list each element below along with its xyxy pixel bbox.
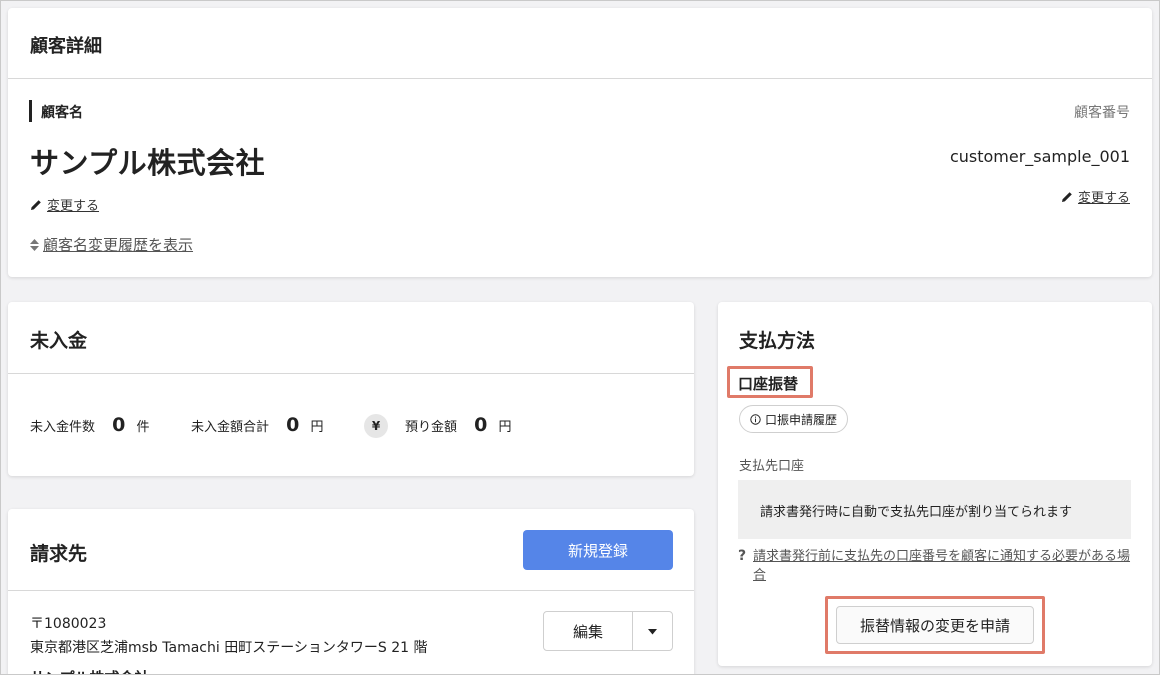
unpaid-total-value: 0 xyxy=(286,414,300,436)
unpaid-total-unit: 円 xyxy=(310,420,324,435)
payee-account-info: 請求書発行時に自動で支払先口座が割り当てられます xyxy=(760,505,1073,520)
debit-history-label: 口振申請履歴 xyxy=(765,412,838,427)
edit-customer-name-link[interactable]: 変更する xyxy=(30,195,99,214)
deposit-label: 預り金額 xyxy=(405,420,458,435)
sort-icon xyxy=(30,239,39,251)
billing-card: 請求先 新規登録 〒1080023 東京都港区芝浦msb Tamachi 田町ス… xyxy=(8,509,694,675)
unpaid-count: 未入金件数 0 件 xyxy=(30,414,149,436)
change-debit-info-button[interactable]: 振替情報の変更を申請 xyxy=(836,606,1034,644)
billing-options-dropdown[interactable] xyxy=(633,612,672,650)
customer-number-value: customer_sample_001 xyxy=(949,147,1130,166)
billing-address: 東京都港区芝浦msb Tamachi 田町ステーションタワーS 21 階 xyxy=(30,640,428,656)
info-icon xyxy=(750,413,761,425)
billing-company-name: サンプル株式会社 xyxy=(30,667,150,675)
customer-name-label: 顧客名 xyxy=(41,105,83,121)
unpaid-count-unit: 件 xyxy=(136,420,150,435)
caret-down-icon xyxy=(648,628,657,634)
billing-title: 請求先 xyxy=(30,543,88,565)
help-icon: ? xyxy=(738,548,747,564)
debit-history-button[interactable]: 口振申請履歴 xyxy=(739,405,849,433)
deposit-unit: 円 xyxy=(498,420,512,435)
unpaid-count-value: 0 xyxy=(112,414,126,436)
unpaid-total: 未入金額合計 0 円 xyxy=(191,414,323,436)
pencil-icon xyxy=(31,200,41,210)
unpaid-card: 未入金 未入金件数 0 件 未入金額合計 0 円 ¥ 預り金額 0 円 xyxy=(8,302,694,476)
customer-detail-divider xyxy=(8,78,1152,79)
name-history-link[interactable]: 顧客名変更履歴を表示 xyxy=(30,234,193,255)
unpaid-count-label: 未入金件数 xyxy=(30,420,96,435)
billing-postal: 〒1080023 xyxy=(30,616,107,632)
notify-help-label: 請求書発行前に支払先の口座番号を顧客に通知する必要がある場合 xyxy=(753,549,1131,583)
edit-customer-number-link[interactable]: 変更する xyxy=(1061,187,1130,206)
customer-name-label-bar xyxy=(29,100,32,122)
name-history-label: 顧客名変更履歴を表示 xyxy=(43,236,194,254)
customer-name-value: サンプル株式会社 xyxy=(30,146,266,180)
deposit-value: 0 xyxy=(474,414,488,436)
edit-customer-number-label: 変更する xyxy=(1077,191,1130,206)
pencil-icon xyxy=(1061,192,1072,202)
deposit: 預り金額 0 円 xyxy=(405,414,511,436)
customer-number-label: 顧客番号 xyxy=(1074,105,1130,121)
edit-billing-button[interactable]: 編集 xyxy=(544,612,633,650)
new-billing-button[interactable]: 新規登録 xyxy=(523,530,673,570)
customer-detail-title: 顧客詳細 xyxy=(30,36,102,57)
notify-help-link[interactable]: ? 請求書発行前に支払先の口座番号を顧客に通知する必要がある場合 xyxy=(738,547,1133,585)
billing-edit-split-button: 編集 xyxy=(543,611,673,651)
billing-divider xyxy=(8,590,694,591)
customer-detail-card: 顧客詳細 顧客名 サンプル株式会社 変更する 顧客名変更履歴を表示 顧客番号 c… xyxy=(8,8,1152,277)
payment-title: 支払方法 xyxy=(739,330,816,352)
payment-method-value: 口座振替 xyxy=(738,375,799,393)
yen-icon: ¥ xyxy=(364,414,388,438)
unpaid-title: 未入金 xyxy=(30,330,88,352)
edit-customer-name-label: 変更する xyxy=(47,199,100,214)
payee-account-label: 支払先口座 xyxy=(739,459,805,474)
payment-method-card: 支払方法 口座振替 口振申請履歴 支払先口座 請求書発行時に自動で支払先口座が割… xyxy=(718,302,1152,666)
unpaid-total-label: 未入金額合計 xyxy=(191,420,270,435)
unpaid-divider xyxy=(8,373,694,374)
